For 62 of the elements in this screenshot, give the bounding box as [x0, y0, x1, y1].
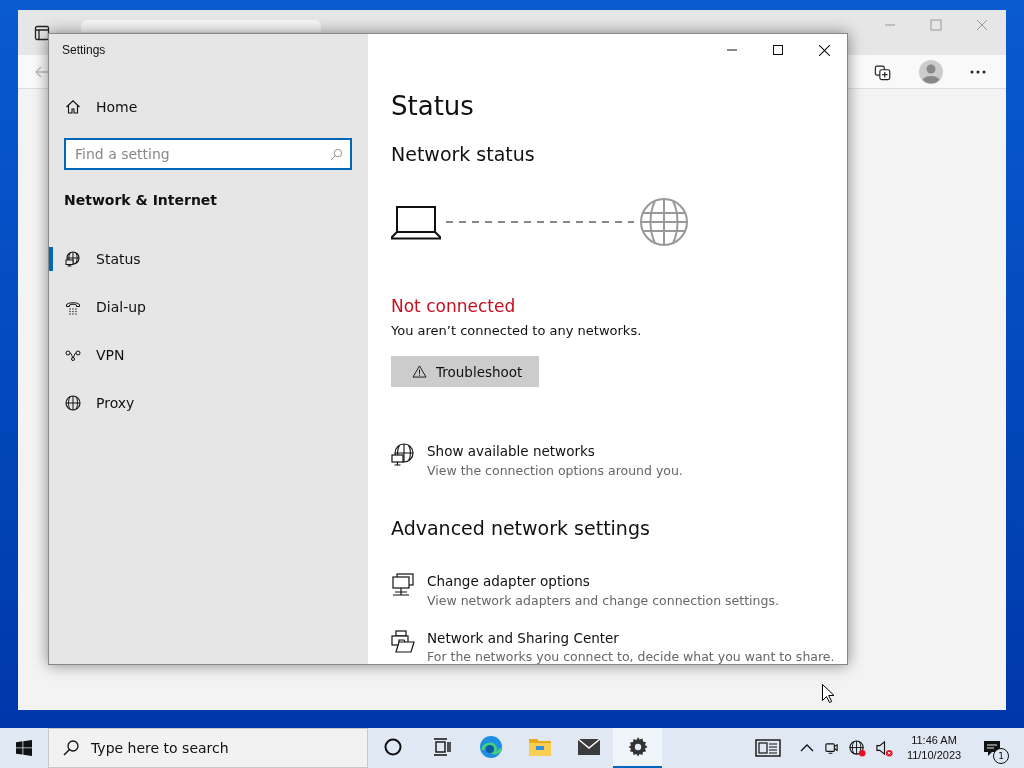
link-description: For the networks you connect to, decide what you want to share.	[427, 648, 835, 664]
camera-icon[interactable]	[824, 740, 839, 756]
gear-icon	[627, 737, 648, 757]
news-icon[interactable]	[755, 739, 781, 757]
show-networks-link[interactable]: Show available networks View the connection options around you.	[391, 441, 683, 481]
troubleshoot-button[interactable]: Troubleshoot	[391, 356, 539, 387]
taskbar-search-field[interactable]: Type here to search	[48, 728, 368, 768]
connection-status: Not connected	[391, 295, 516, 318]
globe-icon	[65, 395, 81, 411]
vpn-icon	[65, 347, 81, 363]
phone-icon	[65, 299, 81, 315]
more-icon[interactable]	[970, 69, 986, 74]
section-heading: Network status	[391, 142, 535, 167]
network-globe-icon[interactable]	[849, 739, 866, 757]
muted-speaker-icon[interactable]	[876, 739, 893, 757]
tab-actions-icon[interactable]	[34, 24, 50, 41]
envelope-icon	[576, 738, 601, 756]
clock[interactable]: 11:46 AM 11/10/2023	[898, 733, 970, 763]
windows-logo-icon	[16, 740, 32, 756]
chevron-up-icon[interactable]	[800, 744, 814, 752]
link-title: Change adapter options	[427, 572, 591, 591]
nav-item[interactable]: Status	[49, 235, 368, 283]
laptop-icon	[391, 204, 441, 240]
monitors-icon	[391, 573, 415, 597]
search-placeholder: Type here to search	[91, 740, 229, 756]
page-title: Status	[391, 90, 474, 123]
notification-badge: 1	[993, 748, 1009, 764]
globe-icon	[639, 197, 689, 247]
settings-link[interactable]: Network and Sharing Center For the networks you connect to, decide what you want to share.	[391, 628, 835, 664]
browser-icon	[478, 735, 503, 759]
maximize-icon	[773, 45, 783, 55]
settings-link[interactable]: Change adapter options View network adapters and change connection settings.	[391, 571, 779, 611]
link-description: View the connection options around you.	[427, 462, 683, 480]
profile-icon[interactable]	[919, 59, 943, 84]
folder-icon	[527, 737, 552, 757]
link-title: Show available networks	[427, 442, 596, 461]
close-icon	[818, 44, 830, 56]
printer-folder-icon	[391, 630, 415, 654]
clock-time: 11:46 AM	[911, 733, 957, 748]
task-view-icon	[432, 738, 451, 756]
status-message: You aren’t connected to any networks.	[391, 322, 642, 340]
search-icon	[63, 740, 79, 756]
nav-item[interactable]: Dial-up	[49, 283, 368, 331]
section-heading: Advanced network settings	[391, 516, 650, 541]
globe-monitor-icon	[391, 443, 415, 467]
search-field[interactable]: Find a setting	[64, 138, 352, 170]
mouse-pointer-icon	[822, 684, 834, 703]
nav-item[interactable]: Proxy	[49, 379, 368, 427]
clock-date: 11/10/2023	[906, 748, 962, 763]
circle-icon	[383, 738, 402, 756]
home-icon	[65, 99, 81, 115]
nav-item[interactable]: VPN	[49, 331, 368, 379]
search-icon	[330, 148, 343, 161]
taskbar-app-button[interactable]	[613, 728, 662, 768]
warning-icon	[412, 365, 427, 378]
section-heading: Network & Internet	[63, 191, 219, 210]
link-description: View network adapters and change connection settings.	[427, 592, 779, 610]
notifications-button[interactable]: 1	[970, 728, 1014, 768]
window-title: Settings	[61, 42, 106, 59]
link-title: Network and Sharing Center	[427, 629, 620, 648]
globe-monitor-icon	[65, 251, 81, 267]
home-link[interactable]: Home	[49, 91, 368, 123]
